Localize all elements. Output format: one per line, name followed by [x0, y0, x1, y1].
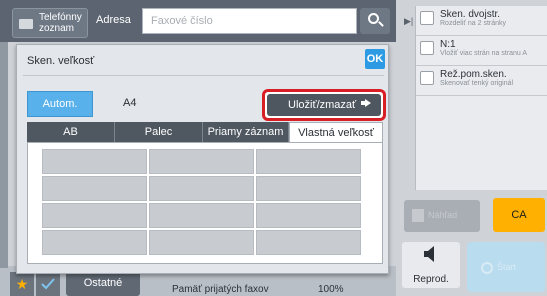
size-tabs: AB Palec Priamy záznam Vlastná veľkosť	[27, 122, 383, 142]
checkbox[interactable]	[420, 11, 434, 25]
tab-inch[interactable]: Palec	[115, 122, 203, 142]
custom-size-slot[interactable]	[256, 230, 361, 255]
start-button[interactable]: Štart	[467, 242, 545, 292]
list-item-slow-scan[interactable]: Rež.pom.sken. Skenovať tenký originál	[416, 66, 547, 96]
arrow-right-icon	[365, 99, 371, 107]
save-delete-button-highlight[interactable]: Uložiť/zmazať	[262, 89, 386, 121]
right-panel-list: Sken. dvojstr. Rozdeliť na 2 stránky N:1…	[415, 6, 547, 190]
custom-size-slot[interactable]	[149, 230, 254, 255]
custom-size-slot[interactable]	[149, 149, 254, 174]
tab-ab[interactable]: AB	[27, 122, 115, 142]
phonebook-icon	[19, 19, 33, 29]
custom-size-slot[interactable]	[256, 203, 361, 228]
checkbox[interactable]	[420, 41, 434, 55]
ca-button[interactable]: CA	[493, 198, 545, 232]
save-delete-button[interactable]: Uložiť/zmazať	[267, 94, 381, 116]
address-label: Adresa	[96, 14, 131, 26]
start-icon	[481, 262, 493, 274]
custom-size-slot[interactable]	[149, 176, 254, 201]
scan-size-dialog: Sken. veľkosť OK Autom. A4 Uložiť/zmazať…	[16, 44, 389, 274]
tab-custom-size[interactable]: Vlastná veľkosť	[289, 122, 383, 142]
fax-number-input[interactable]: Faxové číslo	[142, 8, 357, 34]
preview-button[interactable]: Náhľad	[404, 200, 480, 232]
custom-size-panel	[27, 142, 383, 264]
size-value: A4	[123, 97, 137, 109]
custom-size-grid	[42, 149, 361, 255]
custom-size-slot[interactable]	[149, 203, 254, 228]
auto-button[interactable]: Autom.	[27, 91, 93, 117]
panel-toggle-icon[interactable]: ▶|	[404, 16, 413, 27]
dialog-title: Sken. veľkosť	[27, 55, 95, 67]
tab-direct-entry[interactable]: Priamy záznam	[203, 122, 289, 142]
search-button[interactable]	[360, 8, 390, 34]
custom-size-slot[interactable]	[42, 203, 147, 228]
ok-button[interactable]: OK	[365, 49, 385, 69]
check-icon[interactable]	[36, 272, 60, 296]
memory-label: Pamäť prijatých faxov	[172, 284, 269, 295]
custom-size-slot[interactable]	[256, 149, 361, 174]
custom-size-slot[interactable]	[42, 149, 147, 174]
left-edge	[0, 42, 8, 268]
list-item-duplex[interactable]: Sken. dvojstr. Rozdeliť na 2 stránky	[416, 6, 547, 36]
preview-icon	[412, 209, 424, 222]
phonebook-label: Telefónny zoznam	[39, 12, 82, 34]
divider	[23, 75, 384, 76]
list-item-n-up[interactable]: N:1 Vložiť viac strán na stranu A	[416, 36, 547, 66]
checkbox[interactable]	[420, 71, 434, 85]
star-icon[interactable]: ★	[10, 272, 34, 296]
custom-size-slot[interactable]	[42, 176, 147, 201]
memory-value: 100%	[318, 284, 344, 295]
speaker-icon	[424, 246, 434, 262]
reprod-label: Reprod.	[413, 274, 449, 285]
phonebook-button[interactable]: Telefónny zoznam	[12, 8, 88, 38]
custom-size-slot[interactable]	[256, 176, 361, 201]
custom-size-slot[interactable]	[42, 230, 147, 255]
reprod-button[interactable]: Reprod.	[402, 242, 460, 288]
